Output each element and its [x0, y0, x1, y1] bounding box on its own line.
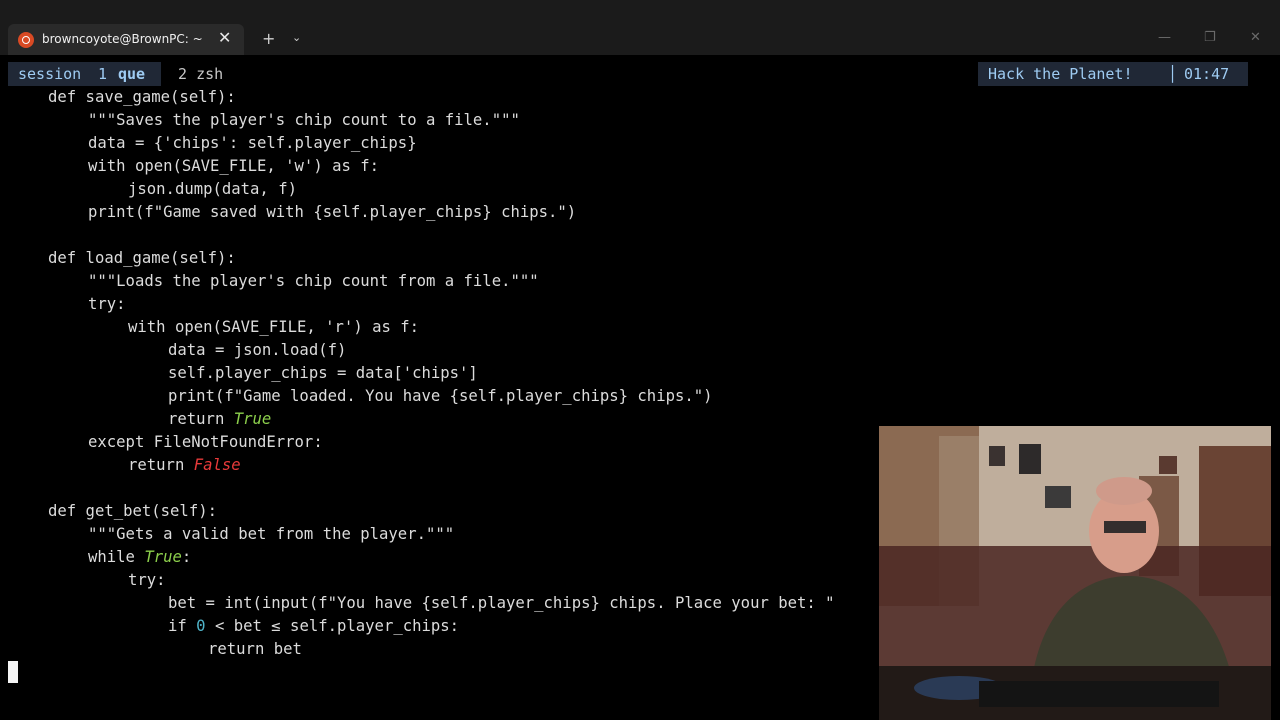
- code-line: return True: [168, 408, 271, 431]
- code-text-after: :: [181, 548, 192, 566]
- code-text: try:: [88, 295, 126, 313]
- code-line: print(f"Game saved with {self.player_chi…: [88, 201, 576, 224]
- code-line: def get_bet(self):: [48, 500, 217, 523]
- code-text: self.player_chips = data['chips']: [168, 364, 478, 382]
- tmux-status-bar: session 1 que 2 zsh Hack the Planet! │ 0…: [0, 62, 1280, 86]
- code-line: def save_game(self):: [48, 86, 236, 109]
- status-message: Hack the Planet!: [988, 65, 1133, 83]
- code-text: """Gets a valid bet from the player.""": [88, 525, 455, 543]
- close-window-button[interactable]: ✕: [1250, 30, 1261, 45]
- code-highlight: 0: [196, 617, 206, 635]
- code-text: with open(SAVE_FILE, 'r') as f:: [128, 318, 420, 336]
- code-text: while: [88, 548, 145, 566]
- code-text: def load_game(self):: [48, 249, 236, 267]
- code-line: data = {'chips': self.player_chips}: [88, 132, 417, 155]
- code-text: print(f"Game loaded. You have {self.play…: [168, 387, 713, 405]
- code-line: """Saves the player's chip count to a fi…: [88, 109, 520, 132]
- code-text: data = {'chips': self.player_chips}: [88, 134, 417, 152]
- code-text: print(f"Game saved with {self.player_chi…: [88, 203, 577, 221]
- status-clock: 01:47: [1184, 65, 1230, 83]
- session-label: session: [18, 65, 82, 83]
- code-line: return False: [128, 454, 241, 477]
- code-text: except FileNotFoundError:: [88, 433, 323, 451]
- new-tab-button[interactable]: +: [262, 29, 275, 48]
- code-text: return: [128, 456, 194, 474]
- code-highlight: True: [144, 548, 182, 566]
- code-text: return: [168, 410, 234, 428]
- code-text: def get_bet(self):: [48, 502, 217, 520]
- code-line: json.dump(data, f): [128, 178, 297, 201]
- code-line: if 0 < bet ≤ self.player_chips:: [168, 615, 459, 638]
- code-text: """Saves the player's chip count to a fi…: [88, 111, 520, 129]
- code-text: return bet: [208, 640, 302, 658]
- code-text: json.dump(data, f): [128, 180, 297, 198]
- tmux-session-indicator[interactable]: session 1 que: [8, 62, 161, 86]
- code-line: self.player_chips = data['chips']: [168, 362, 478, 385]
- code-highlight: True: [233, 410, 272, 428]
- webcam-image: [879, 426, 1271, 720]
- status-separator: │: [1168, 65, 1178, 83]
- code-text: data = json.load(f): [168, 341, 347, 359]
- tab-close-icon[interactable]: ✕: [218, 28, 231, 47]
- code-text: bet = int(input(f"You have {self.player_…: [168, 594, 835, 612]
- code-line: with open(SAVE_FILE, 'r') as f:: [128, 316, 419, 339]
- code-text: """Loads the player's chip count from a …: [88, 272, 539, 290]
- code-text: try:: [128, 571, 166, 589]
- terminal-cursor: [8, 661, 18, 683]
- code-line: data = json.load(f): [168, 339, 346, 362]
- session-name: que: [118, 65, 146, 83]
- code-line: except FileNotFoundError:: [88, 431, 323, 454]
- code-line: return bet: [208, 638, 302, 661]
- terminal-title-bar: browncoyote@BrownPC: ~ ✕ + ⌄ — ❐ ✕: [0, 0, 1280, 55]
- code-line: print(f"Game loaded. You have {self.play…: [168, 385, 713, 408]
- session-index: 1: [98, 65, 108, 83]
- webcam-overlay: [879, 426, 1271, 720]
- ubuntu-icon: [18, 32, 34, 48]
- tab-dropdown-chevron-icon[interactable]: ⌄: [292, 31, 301, 44]
- code-line: with open(SAVE_FILE, 'w') as f:: [88, 155, 379, 178]
- code-text: with open(SAVE_FILE, 'w') as f:: [88, 157, 380, 175]
- code-line: """Loads the player's chip count from a …: [88, 270, 539, 293]
- window-index: 2: [178, 65, 188, 83]
- code-line: while True:: [88, 546, 191, 569]
- maximize-button[interactable]: ❐: [1204, 30, 1216, 45]
- window-name: zsh: [196, 65, 224, 83]
- code-highlight: False: [193, 456, 241, 474]
- minimize-button[interactable]: —: [1158, 30, 1171, 45]
- tmux-right-status: Hack the Planet! │ 01:47: [978, 62, 1248, 86]
- code-line: bet = int(input(f"You have {self.player_…: [168, 592, 835, 615]
- code-line: def load_game(self):: [48, 247, 236, 270]
- code-line: try:: [128, 569, 166, 592]
- code-line: try:: [88, 293, 126, 316]
- tab-title: browncoyote@BrownPC: ~: [42, 32, 203, 46]
- code-text-after: < bet ≤ self.player_chips:: [205, 617, 460, 635]
- terminal-tab[interactable]: browncoyote@BrownPC: ~ ✕: [8, 24, 244, 55]
- code-text: def save_game(self):: [48, 88, 236, 106]
- code-line: """Gets a valid bet from the player.""": [88, 523, 454, 546]
- code-text: if: [168, 617, 197, 635]
- tmux-window-2[interactable]: 2 zsh: [178, 65, 223, 83]
